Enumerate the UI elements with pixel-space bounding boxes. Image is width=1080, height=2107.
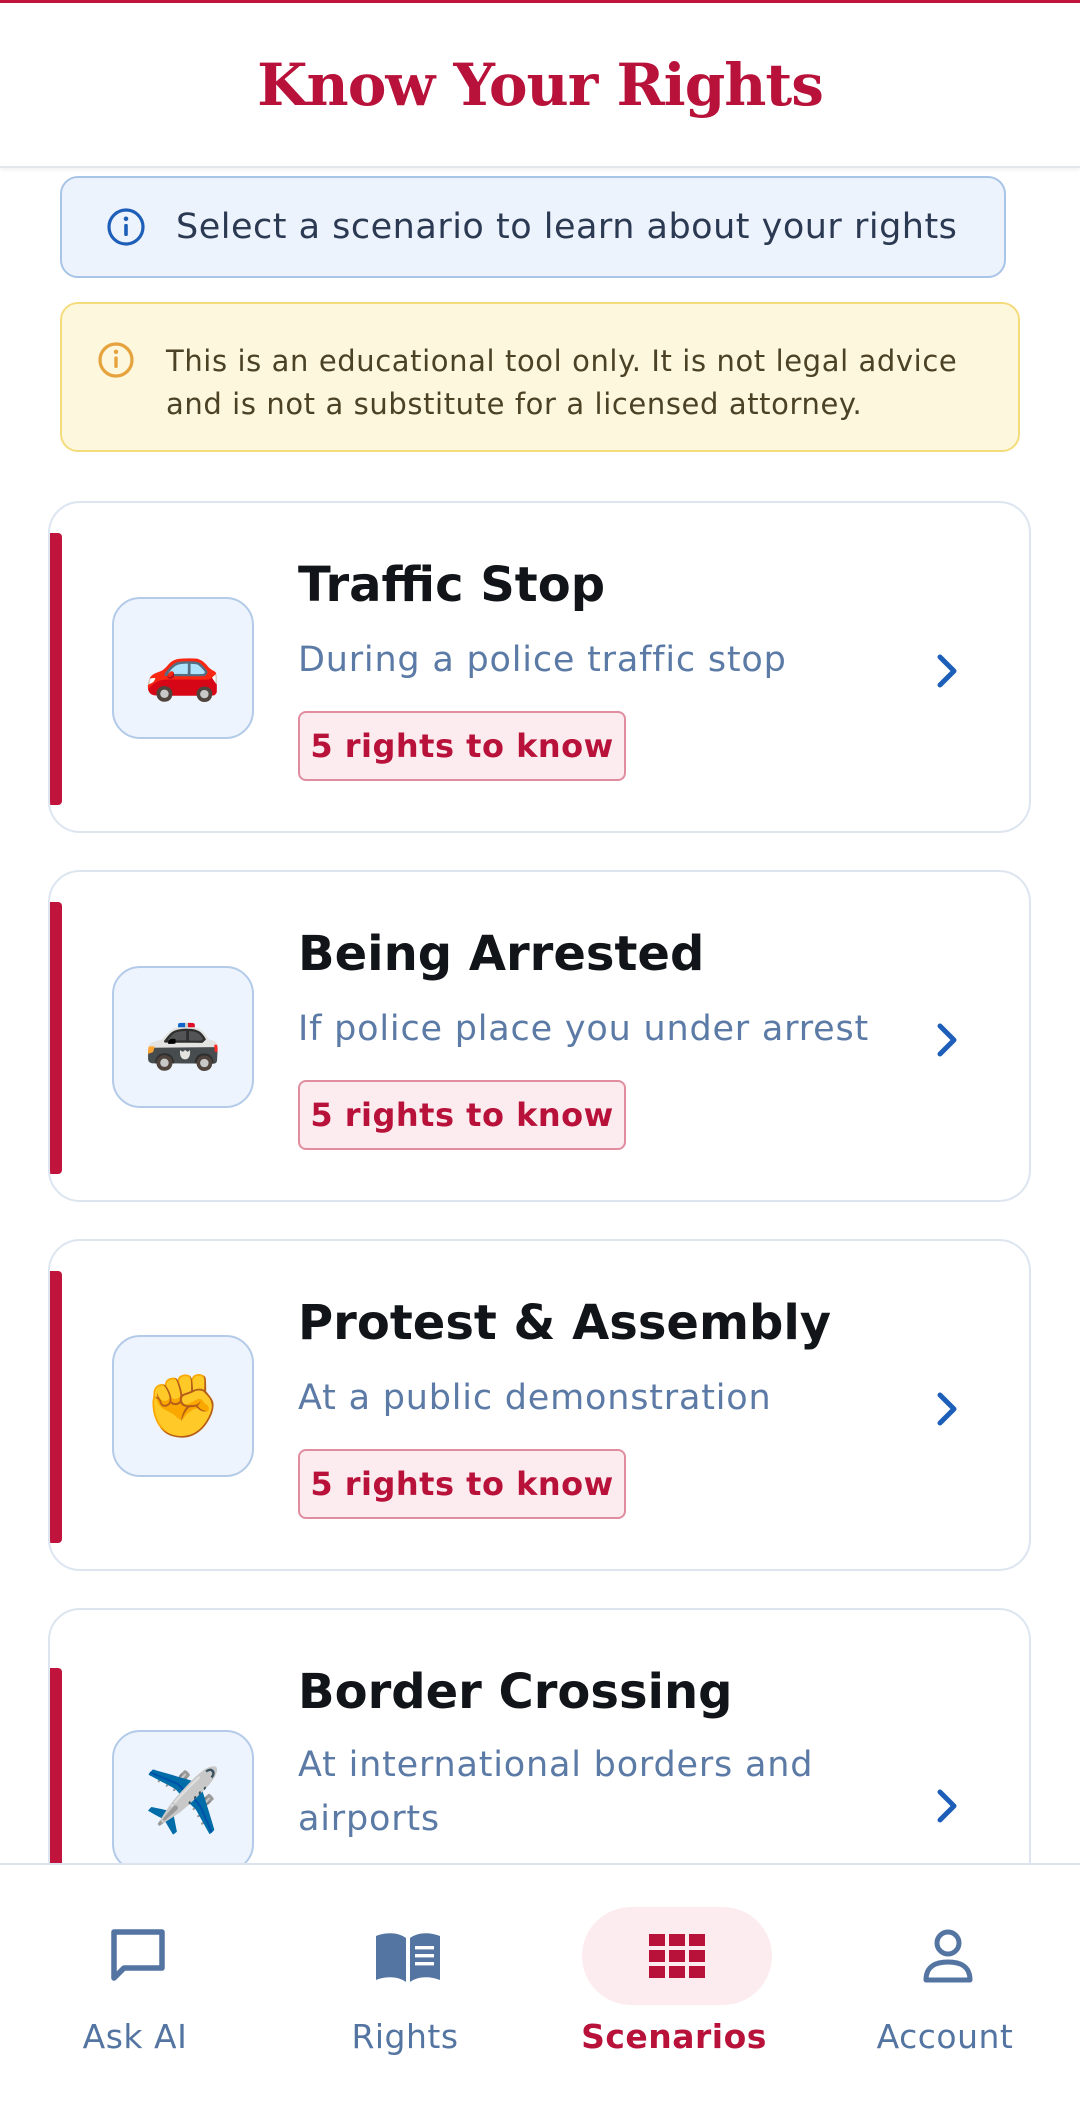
nav-label: Ask AI: [82, 2017, 188, 2056]
scenario-subtitle: At a public demonstration: [298, 1378, 772, 1418]
scenario-title: Protest & Assembly: [298, 1295, 832, 1351]
rights-count-badge: 5 rights to know: [298, 1449, 626, 1519]
scenario-card-traffic-stop[interactable]: 🚗 Traffic Stop During a police traffic s…: [48, 501, 1031, 833]
chevron-right-icon: [937, 654, 957, 688]
nav-pill-active: [582, 1907, 772, 2005]
warning-info-icon: [98, 342, 134, 378]
nav-pill: [313, 1907, 503, 2005]
person-icon: [923, 1929, 973, 1983]
bottom-nav: Ask AI Rights Scenarios Account: [0, 1863, 1080, 2105]
chevron-right-icon: [937, 1789, 957, 1823]
disclaimer-line-2: and is not a substitute for a licensed a…: [166, 387, 863, 421]
disclaimer-banner: This is an educational tool only. It is …: [60, 302, 1020, 452]
nav-label: Scenarios: [581, 2017, 767, 2056]
chevron-right-icon: [937, 1023, 957, 1057]
grid-icon: [649, 1934, 705, 1978]
airplane-icon: ✈️: [112, 1730, 254, 1872]
card-accent-bar: [50, 1271, 62, 1543]
chat-bubble-icon: [111, 1929, 165, 1981]
scenario-title: Border Crossing: [298, 1664, 733, 1720]
info-banner-text: Select a scenario to learn about your ri…: [176, 207, 958, 247]
rights-count-badge: 5 rights to know: [298, 711, 626, 781]
raised-fist-icon: ✊: [112, 1335, 254, 1477]
card-accent-bar: [50, 902, 62, 1174]
info-icon: [107, 208, 145, 246]
page-title: Know Your Rights: [257, 50, 824, 119]
info-banner: Select a scenario to learn about your ri…: [60, 176, 1006, 278]
disclaimer-line-1: This is an educational tool only. It is …: [166, 344, 958, 378]
rights-count-badge: 5 rights to know: [298, 1080, 626, 1150]
scenario-card-protest-assembly[interactable]: ✊ Protest & Assembly At a public demonst…: [48, 1239, 1031, 1571]
nav-item-scenarios[interactable]: Scenarios: [539, 1865, 809, 2107]
nav-label: Rights: [351, 2017, 459, 2056]
nav-item-ask-ai[interactable]: Ask AI: [0, 1865, 270, 2107]
nav-pill: [853, 1907, 1043, 2005]
nav-item-rights[interactable]: Rights: [270, 1865, 540, 2107]
nav-label: Account: [876, 2017, 1014, 2056]
scenario-card-being-arrested[interactable]: 🚓 Being Arrested If police place you und…: [48, 870, 1031, 1202]
car-icon: 🚗: [112, 597, 254, 739]
scenario-subtitle: At international borders and airports: [298, 1745, 814, 1839]
scenario-subtitle: If police place you under arrest: [298, 1009, 870, 1049]
chevron-right-icon: [937, 1392, 957, 1426]
book-icon: [376, 1933, 440, 1982]
app-header: Know Your Rights: [0, 3, 1080, 168]
card-accent-bar: [50, 533, 62, 805]
scenario-subtitle: During a police traffic stop: [298, 640, 787, 680]
disclaimer-text: This is an educational tool only. It is …: [166, 340, 957, 426]
nav-pill: [43, 1907, 233, 2005]
police-car-icon: 🚓: [112, 966, 254, 1108]
scenario-title: Being Arrested: [298, 926, 705, 982]
nav-item-account[interactable]: Account: [810, 1865, 1080, 2107]
scenario-title: Traffic Stop: [298, 557, 606, 613]
